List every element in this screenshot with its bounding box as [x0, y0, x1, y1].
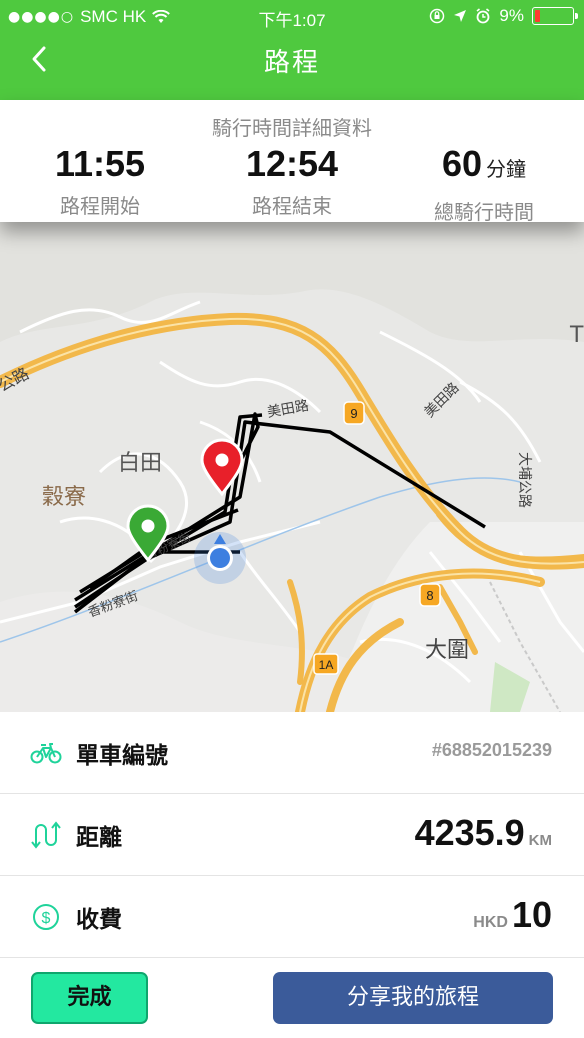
road-label-meitian-2: 美田路 [422, 380, 463, 421]
route-shield-8: 8 [419, 583, 441, 607]
map-label-baitian: 白田 [118, 451, 162, 476]
duration-unit: 分鐘 [486, 159, 527, 181]
map-label-taiwai: 大圍 [425, 638, 469, 663]
current-location-icon [194, 532, 246, 584]
bicycle-icon [30, 743, 62, 764]
bike-number-row: 單車編號 #68852015239 [0, 712, 584, 794]
end-time-value: 12:54 [245, 143, 339, 184]
fee-row: $ 收費 HKD 10 [0, 876, 584, 958]
duration-label: 總騎行時間 [434, 200, 534, 224]
end-time-block: 12:54 路程結束 [195, 144, 389, 219]
fee-currency: HKD [473, 914, 508, 931]
start-time-value: 11:55 [54, 143, 146, 184]
distance-arrows-icon [31, 821, 61, 849]
distance-row: 距離 4235.9 KM [0, 794, 584, 876]
share-trip-button[interactable]: 分享我的旅程 [273, 972, 553, 1024]
duration-value: 60 [441, 143, 483, 184]
distance-unit: KM [528, 832, 552, 849]
fee-value-group: HKD 10 [473, 894, 552, 936]
map-label-guliao: 穀寮 [42, 485, 86, 510]
fee-value: 10 [511, 894, 552, 935]
summary-title: 騎行時間詳細資料 [212, 116, 372, 140]
distance-value-group: 4235.9 KM [415, 812, 552, 854]
end-time-label: 路程結束 [252, 194, 332, 218]
nav-bar: 路程 [0, 34, 584, 100]
dollar-icon: $ [33, 904, 59, 930]
distance-value: 4235.9 [414, 812, 525, 853]
route-shield-1a: 1A [313, 653, 339, 675]
fee-label: 收費 [76, 907, 122, 933]
status-bar: ●●●●○ SMC HK 下午1:07 9% [0, 0, 584, 34]
location-arrow-icon [454, 10, 467, 22]
alarm-icon [476, 8, 490, 24]
start-time-label: 路程開始 [60, 194, 140, 218]
duration-block: 60 分鐘 總騎行時間 [387, 144, 581, 225]
route-map[interactable]: 9 8 1A 白田 穀寮 大圍 T 美田路 美田路 大埔公路 香粉寮街 香粉寮街… [0, 222, 584, 712]
route-shield-9-label: 9 [350, 406, 357, 421]
start-time-block: 11:55 路程開始 [3, 144, 197, 219]
battery-icon [532, 7, 578, 25]
route-shield-1a-label: 1A [319, 658, 334, 672]
route-shield-9: 9 [343, 401, 365, 425]
road-label-meitian-1: 美田路 [266, 398, 310, 421]
done-button[interactable]: 完成 [31, 972, 148, 1024]
bike-number-value: #68852015239 [431, 740, 552, 760]
header-bar: ●●●●○ SMC HK 下午1:07 9% 路程 [0, 0, 584, 100]
ride-details: 單車編號 #68852015239 距離 4235.9 KM $ 收費 HKD … [0, 712, 584, 958]
svg-text:$: $ [42, 910, 51, 927]
distance-label: 距離 [76, 825, 122, 851]
map-label-edge: T [569, 323, 584, 348]
ride-time-summary: 騎行時間詳細資料 11:55 路程開始 12:54 路程結束 60 分鐘 總騎行時… [0, 100, 584, 225]
map-canvas: 9 8 1A 白田 穀寮 大圍 T 美田路 美田路 大埔公路 香粉寮街 香粉寮街… [0, 222, 584, 712]
rotation-lock-icon [430, 8, 445, 24]
route-shield-8-label: 8 [426, 588, 433, 603]
bike-number-label: 單車編號 [76, 743, 168, 769]
battery-percent: 9% [499, 6, 524, 25]
road-label-taipo: 大埔公路 [516, 452, 532, 508]
page-title: 路程 [263, 48, 320, 78]
